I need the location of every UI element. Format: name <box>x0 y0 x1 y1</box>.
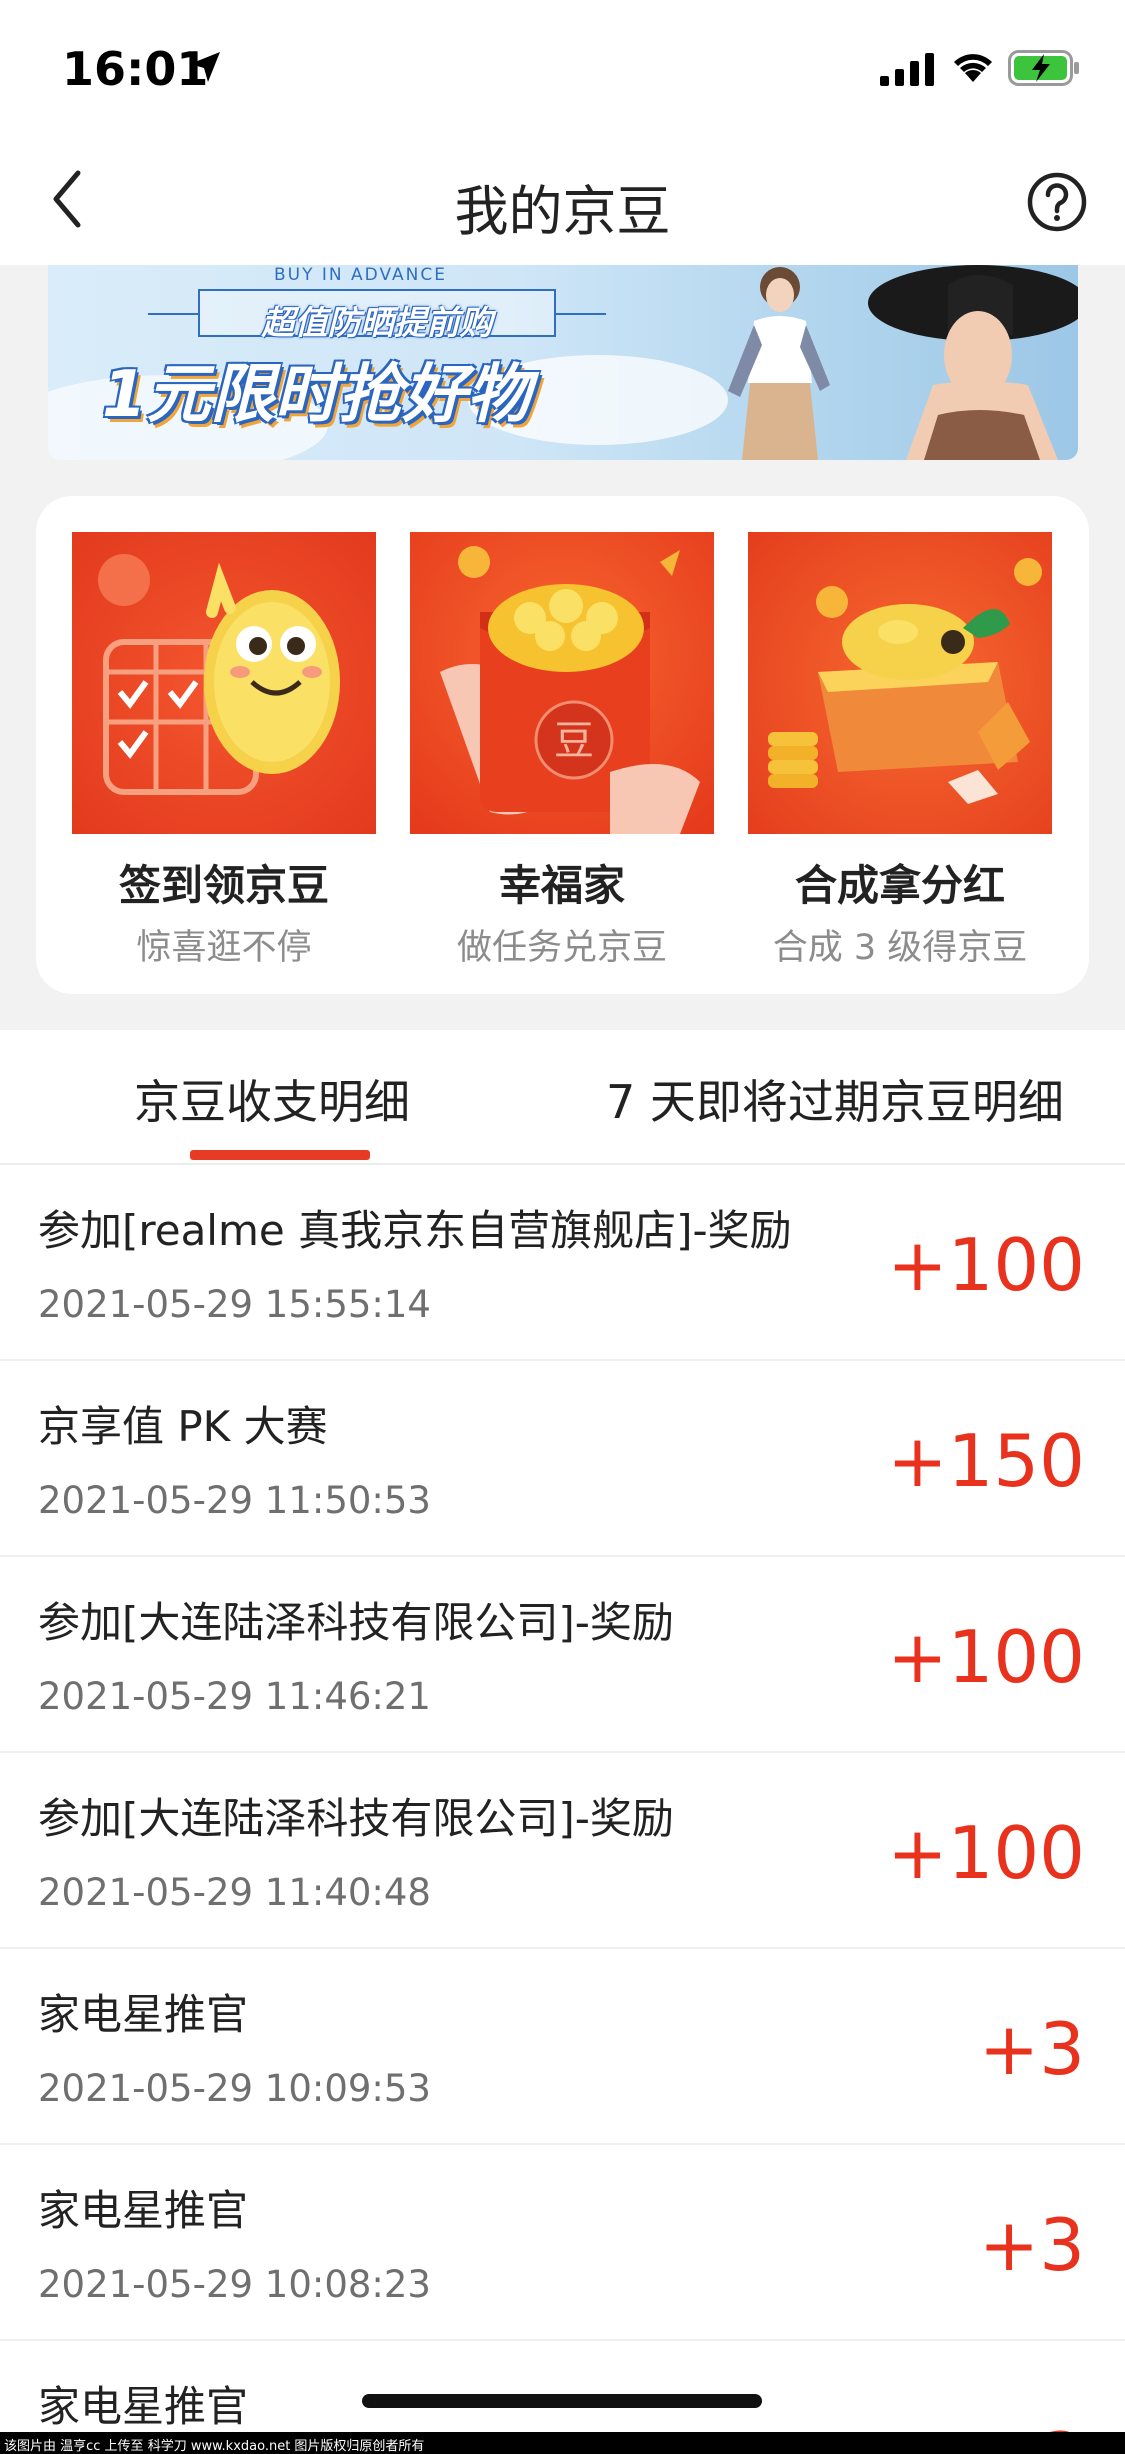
battery-charging-icon <box>1008 50 1079 86</box>
location-arrow-icon <box>190 52 220 82</box>
status-bar: 16:01 <box>0 0 1125 135</box>
record-date: 2021-05-29 11:40:48 <box>38 1871 431 1914</box>
record-title: 参加[大连陆泽科技有限公司]-奖励 <box>38 1794 674 1843</box>
record-amount: +100 <box>887 1223 1085 1307</box>
feature-title: 签到领京豆 <box>118 861 329 910</box>
treasure-box-icon <box>748 532 1052 834</box>
banner-subtitle-box: 超值防晒提前购 <box>198 289 556 342</box>
nav-bar: 我的京豆 <box>0 135 1125 265</box>
records-list: 参加[realme 真我京东自营旗舰店]-奖励 2021-05-29 15:55… <box>0 1165 1125 2454</box>
list-item[interactable]: 京享值 PK 大赛 2021-05-29 11:50:53 +150 <box>0 1361 1125 1557</box>
watermark-text: 该图片由 温亨cc 上传至 科学刀 www.kxdao.net 图片版权归原创者… <box>4 2439 425 2454</box>
record-amount: +100 <box>887 1615 1085 1699</box>
checkin-bean-icon <box>72 532 376 834</box>
record-title: 家电星推官 <box>38 2382 249 2431</box>
banner-divider <box>148 313 198 315</box>
page-title: 我的京豆 <box>454 180 671 243</box>
promo-banner[interactable]: BUY IN ADVANCE 超值防晒提前购 1元限时抢好物 <box>48 265 1078 460</box>
record-date: 2021-05-29 15:55:14 <box>38 1283 431 1326</box>
feature-subtitle: 惊喜逛不停 <box>136 928 312 968</box>
feature-title: 合成拿分红 <box>794 861 1005 910</box>
envelope-badge: 豆 <box>554 718 594 764</box>
banner-model-image <box>868 265 1078 460</box>
status-time: 16:01 <box>62 42 209 96</box>
record-title: 京享值 PK 大赛 <box>38 1402 328 1451</box>
banner-tag: BUY IN ADVANCE <box>274 265 447 285</box>
feature-happy-home[interactable]: 豆 幸福家 做任务兑京豆 <box>410 532 714 970</box>
tab-bar: 京豆收支明细 7 天即将过期京豆明细 <box>0 1030 1125 1165</box>
record-date: 2021-05-29 11:46:21 <box>38 1675 431 1718</box>
banner-headline: 1元限时抢好物 <box>102 358 531 432</box>
record-title: 参加[realme 真我京东自营旗舰店]-奖励 <box>38 1206 792 1255</box>
cellular-signal-icon <box>880 53 934 86</box>
record-amount: +150 <box>887 1419 1085 1503</box>
feature-card: 签到领京豆 惊喜逛不停 豆 幸福家 做任务兑京豆 合成拿分红 合成 3 级得京豆 <box>36 496 1089 994</box>
feature-subtitle: 合成 3 级得京豆 <box>772 928 1028 968</box>
record-title: 参加[大连陆泽科技有限公司]-奖励 <box>38 1598 674 1647</box>
watermark-strip: 该图片由 温亨cc 上传至 科学刀 www.kxdao.net 图片版权归原创者… <box>0 2432 1125 2454</box>
active-tab-indicator <box>190 1150 370 1160</box>
list-item[interactable]: 参加[realme 真我京东自营旗舰店]-奖励 2021-05-29 15:55… <box>0 1165 1125 1361</box>
list-item[interactable]: 参加[大连陆泽科技有限公司]-奖励 2021-05-29 11:46:21 +1… <box>0 1557 1125 1753</box>
feature-checkin[interactable]: 签到领京豆 惊喜逛不停 <box>72 532 376 970</box>
record-amount: +3 <box>978 2203 1085 2287</box>
red-envelope-icon: 豆 <box>410 532 714 834</box>
record-date: 2021-05-29 11:50:53 <box>38 1479 431 1522</box>
feature-subtitle: 做任务兑京豆 <box>456 928 667 968</box>
feature-thumb: 豆 <box>410 532 714 834</box>
record-amount: +3 <box>978 2007 1085 2091</box>
help-icon[interactable] <box>1026 171 1088 233</box>
record-title: 家电星推官 <box>38 1990 249 2039</box>
tab-expiring-beans[interactable]: 7 天即将过期京豆明细 <box>606 1066 1064 1132</box>
wifi-icon <box>954 54 992 82</box>
tab-bean-details[interactable]: 京豆收支明细 <box>134 1066 410 1132</box>
record-date: 2021-05-29 10:08:23 <box>38 2263 431 2306</box>
banner-subtitle: 超值防晒提前购 <box>261 303 493 342</box>
list-item[interactable]: 家电星推官 2021-05-29 10:08:23 +3 <box>0 2145 1125 2341</box>
home-indicator[interactable] <box>362 2394 762 2408</box>
feature-title: 幸福家 <box>498 861 625 910</box>
feature-merge-dividend[interactable]: 合成拿分红 合成 3 级得京豆 <box>748 532 1052 970</box>
list-item[interactable]: 参加[大连陆泽科技有限公司]-奖励 2021-05-29 11:40:48 +1… <box>0 1753 1125 1949</box>
list-item[interactable]: 家电星推官 2021-05-29 10:09:53 +3 <box>0 1949 1125 2145</box>
record-amount: +100 <box>887 1811 1085 1895</box>
banner-divider <box>556 313 606 315</box>
record-title: 家电星推官 <box>38 2186 249 2235</box>
feature-thumb <box>748 532 1052 834</box>
feature-thumb <box>72 532 376 834</box>
record-date: 2021-05-29 10:09:53 <box>38 2067 431 2110</box>
